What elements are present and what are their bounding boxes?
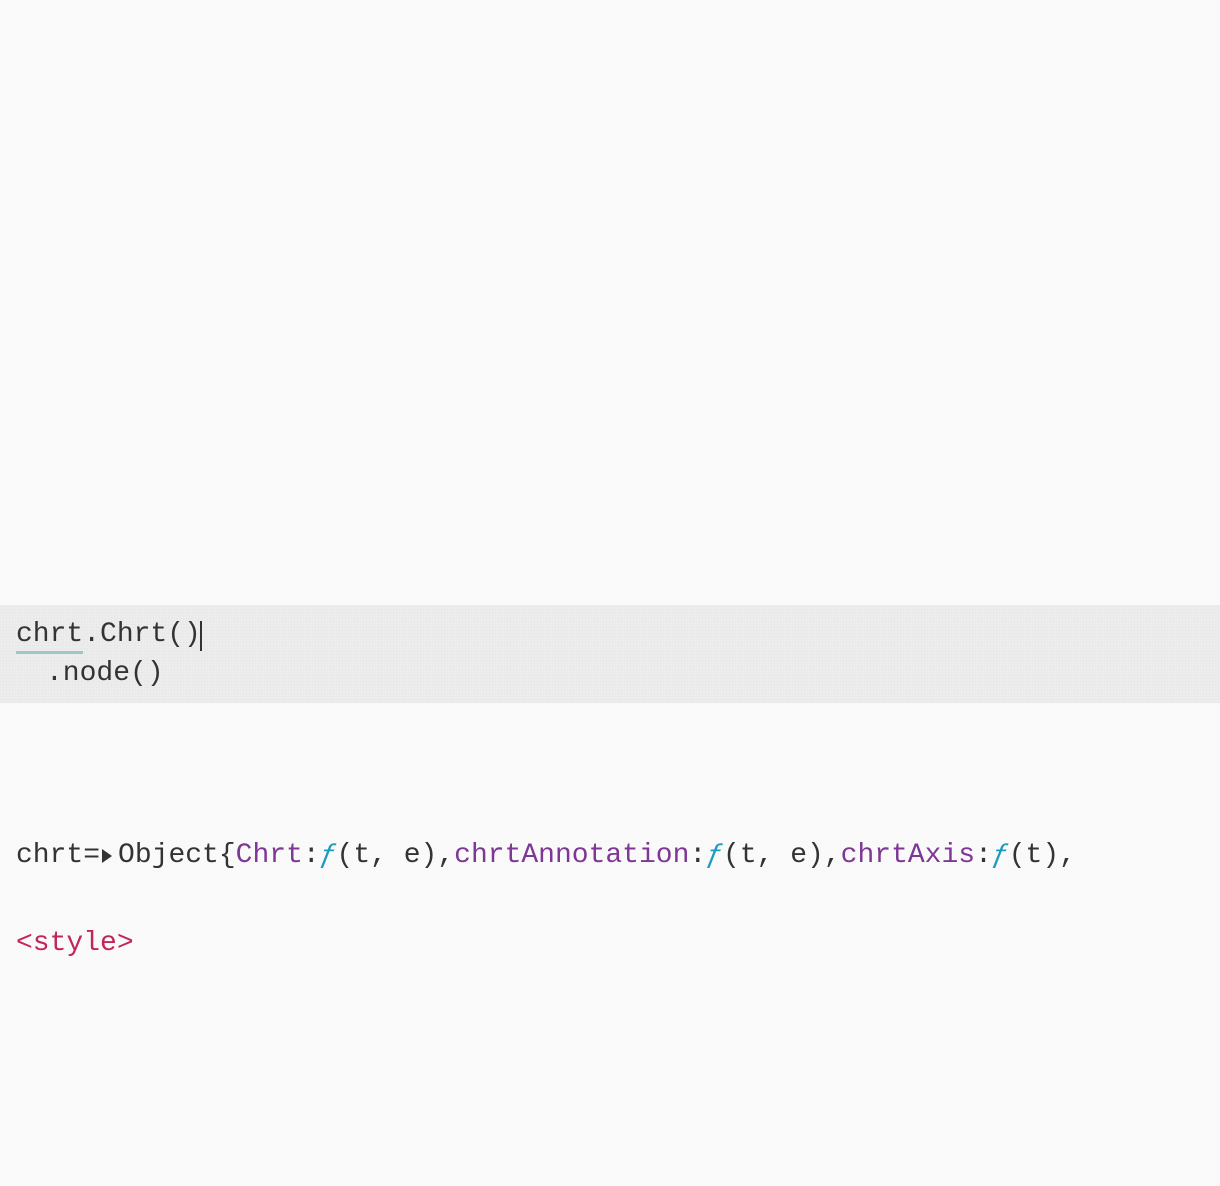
result-colon: : bbox=[689, 836, 706, 875]
assignment-result-line: chrt = Object {Chrt: ƒ(t, e), chrtAnnota… bbox=[16, 836, 1220, 875]
code-method-chain: .node() bbox=[46, 658, 164, 689]
result-key-1: chrtAnnotation bbox=[454, 836, 689, 875]
text-cursor bbox=[200, 621, 202, 651]
style-tag-cell[interactable]: <style> bbox=[16, 928, 134, 959]
result-fn-args-0: (t, e) bbox=[337, 836, 438, 875]
code-line-2[interactable]: .node() bbox=[16, 654, 1204, 693]
result-fn-symbol-0: ƒ bbox=[320, 836, 337, 875]
result-fn-args-2: (t) bbox=[1009, 836, 1059, 875]
result-fn-args-1: (t, e) bbox=[723, 836, 824, 875]
result-equals: = bbox=[83, 836, 100, 875]
result-key-0: Chrt bbox=[236, 836, 303, 875]
html-style-tag: <style> bbox=[16, 928, 134, 959]
cell-output-area bbox=[0, 0, 1220, 605]
result-variable-name: chrt bbox=[16, 836, 83, 875]
code-line-1[interactable]: chrt.Chrt() bbox=[16, 615, 1204, 654]
code-cell[interactable]: chrt.Chrt() .node() bbox=[0, 605, 1220, 703]
result-comma: , bbox=[437, 836, 454, 875]
result-object-label: Object bbox=[118, 836, 219, 875]
result-fn-symbol-1: ƒ bbox=[706, 836, 723, 875]
result-fn-symbol-2: ƒ bbox=[992, 836, 1009, 875]
result-open-brace: { bbox=[219, 836, 236, 875]
result-comma: , bbox=[824, 836, 841, 875]
result-trailing-comma: , bbox=[1059, 836, 1076, 875]
result-colon: : bbox=[975, 836, 992, 875]
result-key-2: chrtAxis bbox=[841, 836, 975, 875]
result-colon: : bbox=[303, 836, 320, 875]
expand-triangle-icon[interactable] bbox=[102, 849, 112, 863]
code-variable-reference: chrt bbox=[16, 619, 83, 654]
code-method-call: .Chrt() bbox=[83, 619, 201, 650]
